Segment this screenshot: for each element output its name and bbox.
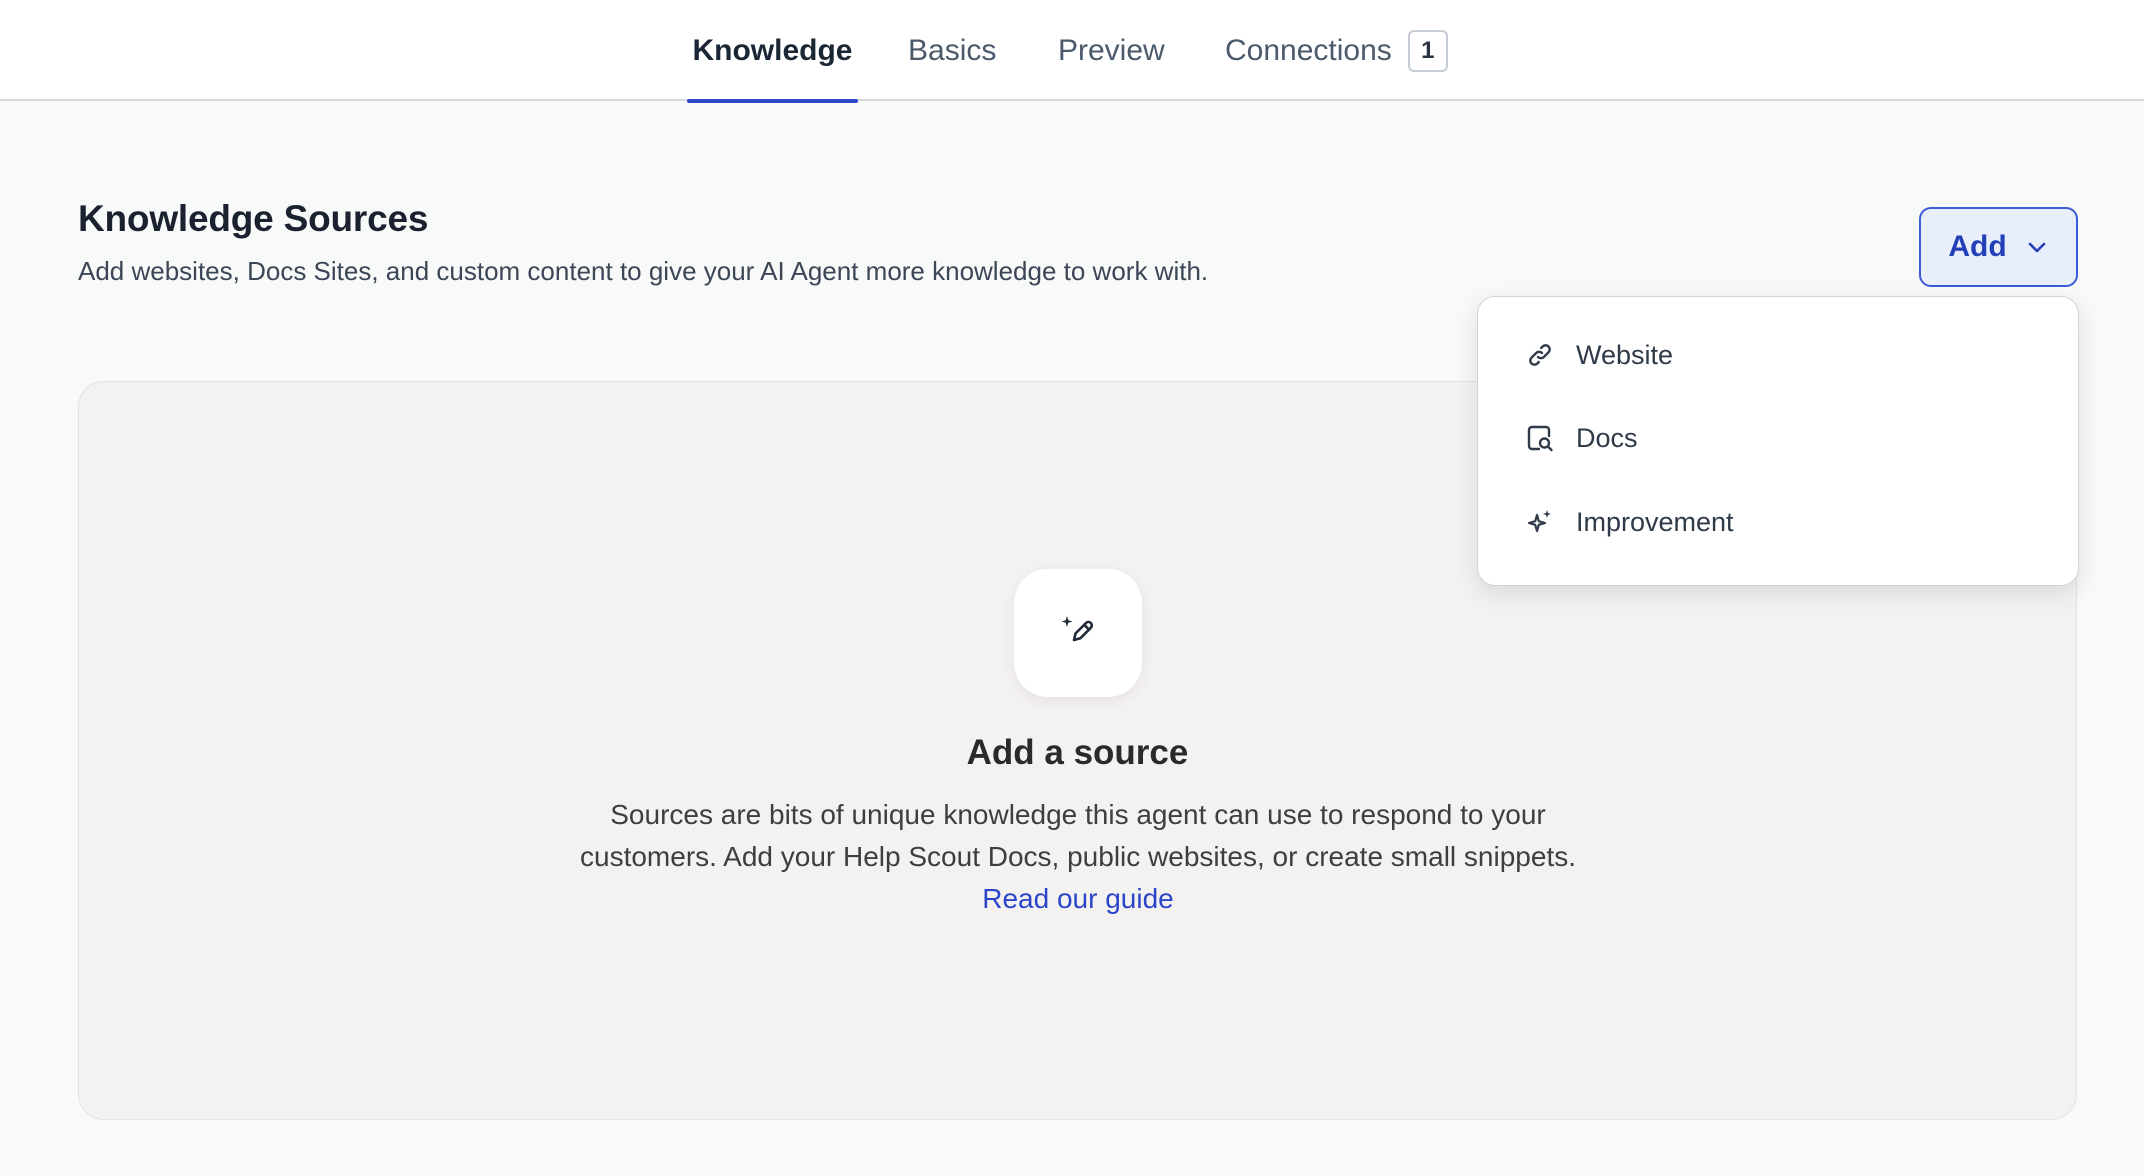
active-tab-indicator <box>687 99 858 103</box>
tab-basics[interactable]: Basics <box>908 0 996 101</box>
empty-state-description-text: Sources are bits of unique knowledge thi… <box>580 799 1576 872</box>
menu-item-website-label: Website <box>1576 339 1674 370</box>
sparkle-icon <box>1524 506 1556 538</box>
tab-connections-label: Connections <box>1225 33 1392 67</box>
tab-knowledge-label: Knowledge <box>692 33 853 67</box>
add-button-label: Add <box>1948 230 2007 263</box>
tab-bar: Knowledge Basics Preview Connections 1 <box>0 0 2144 103</box>
connections-count-badge: 1 <box>1407 29 1448 72</box>
empty-state-title: Add a source <box>966 733 1189 772</box>
magic-pencil-icon <box>1058 611 1098 656</box>
empty-state-icon-tile <box>1014 569 1142 697</box>
empty-state-description: Sources are bits of unique knowledge thi… <box>578 794 1578 920</box>
menu-item-improvement[interactable]: Improvement <box>1478 487 2078 557</box>
menu-item-docs-label: Docs <box>1576 422 1638 453</box>
add-dropdown-menu: Website Docs Improvement <box>1477 296 2079 586</box>
menu-item-improvement-label: Improvement <box>1576 506 1734 537</box>
read-guide-link[interactable]: Read our guide <box>982 883 1173 914</box>
page-title: Knowledge Sources <box>78 198 429 239</box>
tab-knowledge[interactable]: Knowledge <box>687 0 858 103</box>
tab-preview[interactable]: Preview <box>1058 0 1165 101</box>
tab-connections[interactable]: Connections 1 <box>1225 0 1448 101</box>
tab-preview-label: Preview <box>1058 33 1165 67</box>
page-description: Add websites, Docs Sites, and custom con… <box>78 256 1209 286</box>
menu-item-website[interactable]: Website <box>1478 320 2078 390</box>
add-button[interactable]: Add <box>1919 207 2078 287</box>
docs-search-icon <box>1524 422 1556 454</box>
menu-item-docs[interactable]: Docs <box>1478 403 2078 473</box>
tab-basics-label: Basics <box>908 33 997 67</box>
link-icon <box>1524 339 1556 371</box>
chevron-down-icon <box>2025 235 2049 259</box>
